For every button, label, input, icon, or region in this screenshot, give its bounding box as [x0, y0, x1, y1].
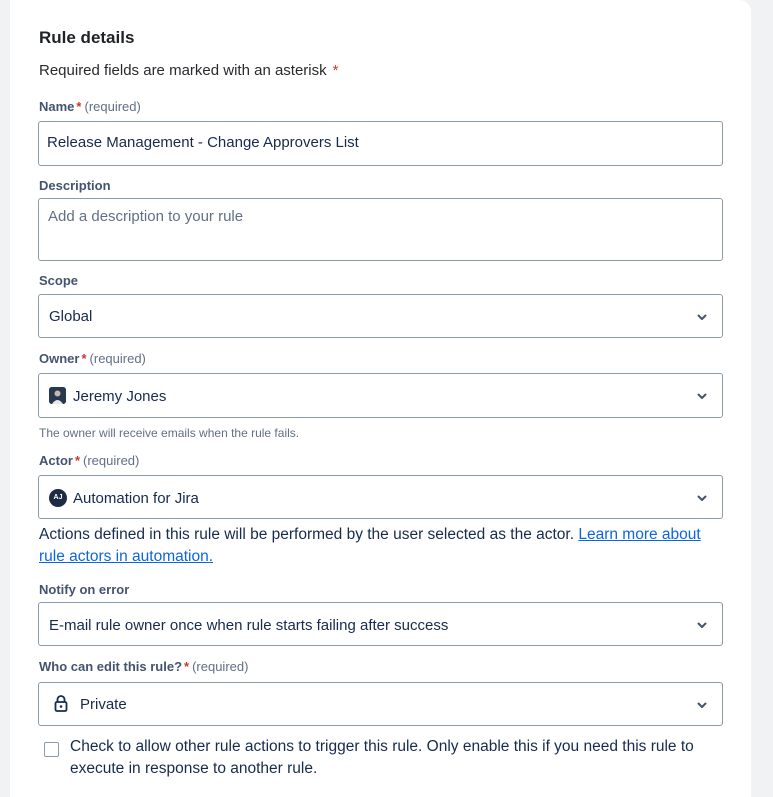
edit-permission-label: Who can edit this rule? * (required)	[39, 659, 248, 674]
scope-select[interactable]: Global	[38, 294, 723, 338]
name-label-text: Name	[39, 99, 75, 114]
notify-value: E-mail rule owner once when rule starts …	[49, 617, 449, 634]
owner-avatar	[49, 387, 66, 404]
required-star: *	[81, 351, 87, 366]
edit-permission-select[interactable]: Private	[38, 682, 723, 726]
rule-details-panel: Rule details Required fields are marked …	[10, 0, 751, 797]
name-input[interactable]: Release Management - Change Approvers Li…	[38, 121, 723, 166]
lock-icon	[54, 695, 68, 712]
actor-description: Actions defined in this rule will be per…	[39, 524, 724, 568]
actor-label-text: Actor	[39, 453, 73, 468]
scope-value: Global	[49, 308, 93, 325]
required-star: *	[76, 99, 82, 114]
edit-permission-value: Private	[80, 696, 127, 713]
description-label: Description	[39, 178, 111, 193]
required-text: (required)	[83, 453, 140, 468]
actor-description-text: Actions defined in this rule will be per…	[39, 526, 579, 543]
required-text: (required)	[192, 659, 249, 674]
notify-select[interactable]: E-mail rule owner once when rule starts …	[38, 602, 723, 646]
notify-label: Notify on error	[39, 582, 130, 597]
scope-label: Scope	[39, 273, 79, 288]
edit-label-text: Who can edit this rule?	[39, 659, 183, 674]
chevron-down-icon	[697, 622, 707, 628]
chevron-down-icon	[697, 702, 707, 708]
required-star: *	[184, 659, 190, 674]
chevron-down-icon	[697, 314, 707, 320]
description-placeholder: Add a description to your rule	[48, 208, 244, 225]
owner-label: Owner * (required)	[39, 351, 146, 366]
allow-trigger-label[interactable]: Check to allow other rule actions to tri…	[70, 736, 720, 780]
actor-label: Actor * (required)	[39, 453, 139, 468]
name-label: Name * (required)	[39, 99, 141, 114]
allow-trigger-checkbox[interactable]	[44, 742, 59, 757]
owner-value: Jeremy Jones	[73, 388, 167, 405]
description-textarea[interactable]: Add a description to your rule	[38, 198, 723, 261]
owner-helper-text: The owner will receive emails when the r…	[39, 426, 300, 440]
actor-select[interactable]: AJ Automation for Jira	[38, 475, 723, 519]
section-title: Rule details	[39, 28, 135, 47]
person-avatar-icon	[49, 387, 66, 404]
actor-avatar: AJ	[49, 489, 67, 507]
owner-select[interactable]: Jeremy Jones	[38, 373, 723, 418]
required-text: (required)	[84, 99, 141, 114]
required-fields-note: Required fields are marked with an aster…	[39, 62, 338, 79]
name-input-value: Release Management - Change Approvers Li…	[47, 134, 359, 151]
required-note-text: Required fields are marked with an aster…	[39, 62, 327, 79]
required-asterisk: *	[332, 62, 339, 79]
required-star: *	[74, 453, 81, 468]
chevron-down-icon	[697, 393, 707, 399]
required-text: (required)	[89, 351, 146, 366]
owner-label-text: Owner	[39, 351, 80, 366]
actor-value: Automation for Jira	[73, 490, 199, 507]
chevron-down-icon	[697, 495, 707, 501]
